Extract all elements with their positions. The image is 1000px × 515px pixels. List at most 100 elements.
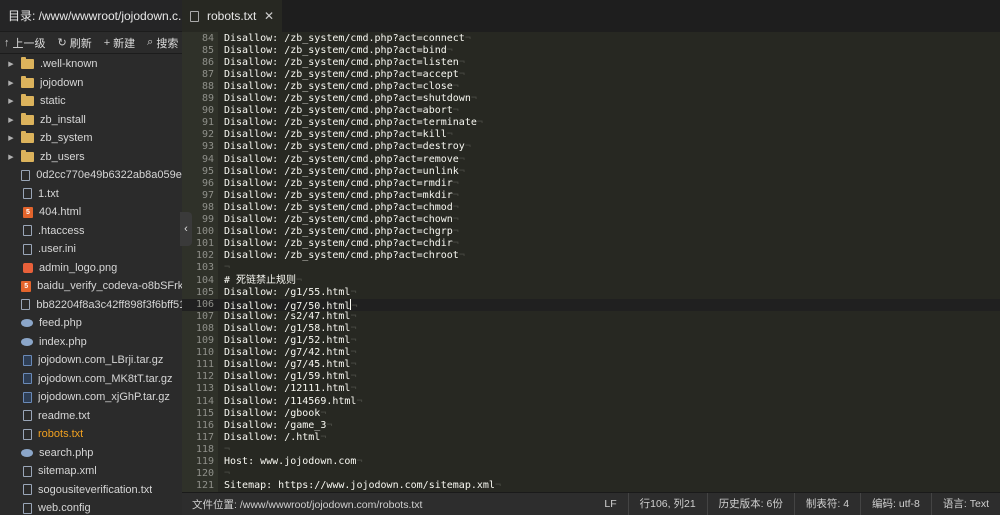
chevron-right-icon[interactable]: ▶: [6, 79, 16, 87]
folder-item[interactable]: ▶ static: [0, 92, 182, 111]
file-item[interactable]: feed.php: [0, 314, 182, 333]
code-line[interactable]: 93 Disallow: /zb_system/cmd.php?act=destr…: [182, 141, 1000, 153]
eol-marker: ¬: [326, 419, 333, 431]
code-line[interactable]: 109 Disallow: /g1/52.html¬: [182, 335, 1000, 347]
parent-dir-button[interactable]: ↑ 上一级: [4, 35, 46, 51]
file-item[interactable]: 0d2cc770e49b6322ab8a059ed6b70: [0, 166, 182, 185]
line-number: 84: [201, 32, 214, 44]
code-editor[interactable]: 84 Disallow: /zb_system/cmd.php?act=conne…: [182, 32, 1000, 492]
code-line[interactable]: 102 Disallow: /zb_system/cmd.php?act=chro…: [182, 250, 1000, 262]
language-selector[interactable]: 语言: Text: [930, 492, 1000, 515]
file-item[interactable]: 5 baidu_verify_codeva-o8bSFrkZ7u.ht: [0, 277, 182, 296]
code-line[interactable]: 94 Disallow: /zb_system/cmd.php?act=remov…: [182, 154, 1000, 166]
eol-marker: ¬: [494, 480, 501, 492]
folder-item[interactable]: ▶ jojodown: [0, 74, 182, 93]
code-line[interactable]: 92 Disallow: /zb_system/cmd.php?act=kill¬: [182, 129, 1000, 141]
tree-item-label: sitemap.xml: [38, 465, 97, 478]
code-line[interactable]: 97 Disallow: /zb_system/cmd.php?act=mkdir…: [182, 190, 1000, 202]
folder-item[interactable]: ▶ zb_install: [0, 111, 182, 130]
chevron-right-icon[interactable]: ▶: [6, 153, 16, 161]
line-ending-selector[interactable]: LF: [593, 493, 627, 515]
tree-item-label: 0d2cc770e49b6322ab8a059ed6b70: [36, 169, 182, 182]
tab-size-selector[interactable]: 制表符: 4: [793, 492, 860, 515]
file-item[interactable]: .htaccess: [0, 222, 182, 241]
file-item[interactable]: robots.txt: [0, 425, 182, 444]
new-button[interactable]: + 新建: [104, 35, 135, 51]
chevron-right-icon[interactable]: ▶: [6, 60, 16, 68]
code-line[interactable]: 101 Disallow: /zb_system/cmd.php?act=chdi…: [182, 238, 1000, 250]
code-line[interactable]: 98 Disallow: /zb_system/cmd.php?act=chmod…: [182, 202, 1000, 214]
code-line[interactable]: 111 Disallow: /g7/45.html¬: [182, 359, 1000, 371]
code-line[interactable]: 88 Disallow: /zb_system/cmd.php?act=close…: [182, 81, 1000, 93]
code-line[interactable]: 119 Host: www.jojodown.com¬: [182, 456, 1000, 468]
code-line[interactable]: 108 Disallow: /g1/58.html¬: [182, 323, 1000, 335]
eol-marker: ¬: [452, 201, 459, 213]
file-item[interactable]: web.config: [0, 499, 182, 515]
code-line[interactable]: 91 Disallow: /zb_system/cmd.php?act=termi…: [182, 117, 1000, 129]
tab-robots-txt[interactable]: robots.txt ✕: [182, 0, 282, 32]
refresh-button[interactable]: ↻ 刷新: [58, 35, 92, 51]
line-number: 115: [195, 407, 214, 419]
code-line[interactable]: 121 Sitemap: https://www.jojodown.com/sit…: [182, 480, 1000, 492]
code-line[interactable]: 118 ¬: [182, 444, 1000, 456]
code-line[interactable]: 90 Disallow: /zb_system/cmd.php?act=abort…: [182, 105, 1000, 117]
file-icon: [190, 10, 199, 22]
code-line[interactable]: 84 Disallow: /zb_system/cmd.php?act=conne…: [182, 33, 1000, 45]
eol-marker: ¬: [452, 226, 459, 238]
file-item[interactable]: search.php: [0, 444, 182, 463]
code-line[interactable]: 104 # 死链禁止规则¬: [182, 275, 1000, 287]
file-item[interactable]: .user.ini: [0, 240, 182, 259]
collapse-sidebar-button[interactable]: ‹: [180, 212, 192, 246]
file-item[interactable]: index.php: [0, 333, 182, 352]
code-line[interactable]: 112 Disallow: /g1/59.html¬: [182, 371, 1000, 383]
current-code-line[interactable]: 106 Disallow: /g7/50.html¬: [182, 298, 1000, 312]
code-line[interactable]: 99 Disallow: /zb_system/cmd.php?act=chown…: [182, 214, 1000, 226]
code-line[interactable]: 113 Disallow: /12111.html¬: [182, 383, 1000, 395]
code-line[interactable]: 115 Disallow: /gbook¬: [182, 408, 1000, 420]
code-line[interactable]: 89 Disallow: /zb_system/cmd.php?act=shutd…: [182, 93, 1000, 105]
code-line[interactable]: 100 Disallow: /zb_system/cmd.php?act=chgr…: [182, 226, 1000, 238]
code-line[interactable]: 86 Disallow: /zb_system/cmd.php?act=liste…: [182, 57, 1000, 69]
chevron-right-icon[interactable]: ▶: [6, 134, 16, 142]
file-item[interactable]: 1.txt: [0, 185, 182, 204]
search-button[interactable]: ⌕ 搜索: [147, 35, 178, 51]
code-line[interactable]: 85 Disallow: /zb_system/cmd.php?act=bind¬: [182, 45, 1000, 57]
file-item[interactable]: jojodown.com_MK8tT.tar.gz: [0, 370, 182, 389]
eol-marker: ¬: [224, 443, 231, 455]
file-item[interactable]: jojodown.com_LBrji.tar.gz: [0, 351, 182, 370]
file-icon: [23, 243, 32, 255]
folder-item[interactable]: ▶ .well-known: [0, 55, 182, 74]
code-line[interactable]: 116 Disallow: /game_3¬: [182, 420, 1000, 432]
code-line[interactable]: 120 ¬: [182, 468, 1000, 480]
code-line[interactable]: 117 Disallow: /.html¬: [182, 432, 1000, 444]
code-line[interactable]: 114 Disallow: /114569.html¬: [182, 396, 1000, 408]
file-item[interactable]: sitemap.xml: [0, 462, 182, 481]
file-item[interactable]: admin_logo.png: [0, 259, 182, 278]
cursor-position[interactable]: 行106, 列21: [627, 492, 707, 515]
code-line[interactable]: 110 Disallow: /g7/42.html¬: [182, 347, 1000, 359]
code-line[interactable]: 103 ¬: [182, 262, 1000, 274]
line-number: 105: [195, 286, 214, 298]
folder-item[interactable]: ▶ zb_users: [0, 148, 182, 167]
code-text: Disallow: /s2/47.html: [224, 310, 351, 322]
code-line[interactable]: 107 Disallow: /s2/47.html¬: [182, 311, 1000, 323]
code-line[interactable]: 105 Disallow: /g1/55.html¬: [182, 287, 1000, 299]
file-item[interactable]: jojodown.com_xjGhP.tar.gz: [0, 388, 182, 407]
file-item[interactable]: readme.txt: [0, 407, 182, 426]
folder-icon: [21, 94, 34, 107]
folder-item[interactable]: ▶ zb_system: [0, 129, 182, 148]
chevron-right-icon[interactable]: ▶: [6, 97, 16, 105]
encoding-selector[interactable]: 编码: utf-8: [860, 492, 931, 515]
file-item[interactable]: 5 404.html: [0, 203, 182, 222]
file-item[interactable]: sogousiteverification.txt: [0, 481, 182, 500]
history-versions[interactable]: 历史版本: 6份: [706, 492, 794, 515]
file-item[interactable]: bb82204f8a3c42ff898f3f6bff5138d7: [0, 296, 182, 315]
line-number: 104: [195, 274, 214, 286]
code-text: Disallow: /zb_system/cmd.php?act=chmod: [224, 201, 453, 213]
code-line[interactable]: 96 Disallow: /zb_system/cmd.php?act=rmdir…: [182, 178, 1000, 190]
line-number: 117: [195, 431, 214, 443]
code-line[interactable]: 95 Disallow: /zb_system/cmd.php?act=unlin…: [182, 166, 1000, 178]
close-icon[interactable]: ✕: [264, 9, 274, 23]
code-line[interactable]: 87 Disallow: /zb_system/cmd.php?act=accep…: [182, 69, 1000, 81]
chevron-right-icon[interactable]: ▶: [6, 116, 16, 124]
